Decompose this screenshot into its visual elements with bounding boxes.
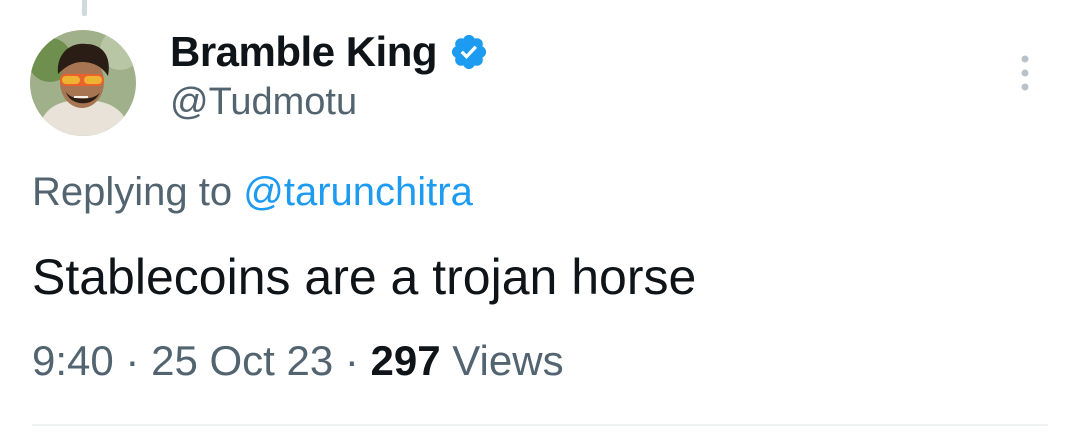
avatar[interactable] [30, 30, 136, 136]
thread-connector-line [82, 0, 87, 16]
more-vertical-icon [1021, 55, 1029, 91]
author-handle[interactable]: @Tudmotu [170, 81, 357, 124]
verified-badge-icon [449, 32, 489, 72]
views-count[interactable]: 297 [371, 337, 441, 384]
replying-to: Replying to @tarunchitra [32, 170, 473, 214]
tweet-time[interactable]: 9:40 [32, 337, 114, 384]
meta-separator: · [125, 337, 140, 384]
tweet-date[interactable]: 25 Oct 23 [151, 337, 333, 384]
views-label: Views [452, 337, 564, 384]
author-name-row[interactable]: Bramble King [170, 24, 489, 80]
meta-separator: · [344, 337, 359, 384]
replying-to-label: Replying to [32, 170, 233, 214]
tweet-text: Stablecoins are a trojan horse [32, 249, 697, 305]
reply-mention-link[interactable]: @tarunchitra [243, 170, 473, 214]
avatar-photo [30, 30, 136, 136]
tweet-meta: 9:40 · 25 Oct 23 · 297 Views [32, 337, 564, 384]
more-options-button[interactable] [1000, 48, 1050, 98]
author-display-name[interactable]: Bramble King [170, 31, 438, 73]
divider [32, 424, 1048, 426]
